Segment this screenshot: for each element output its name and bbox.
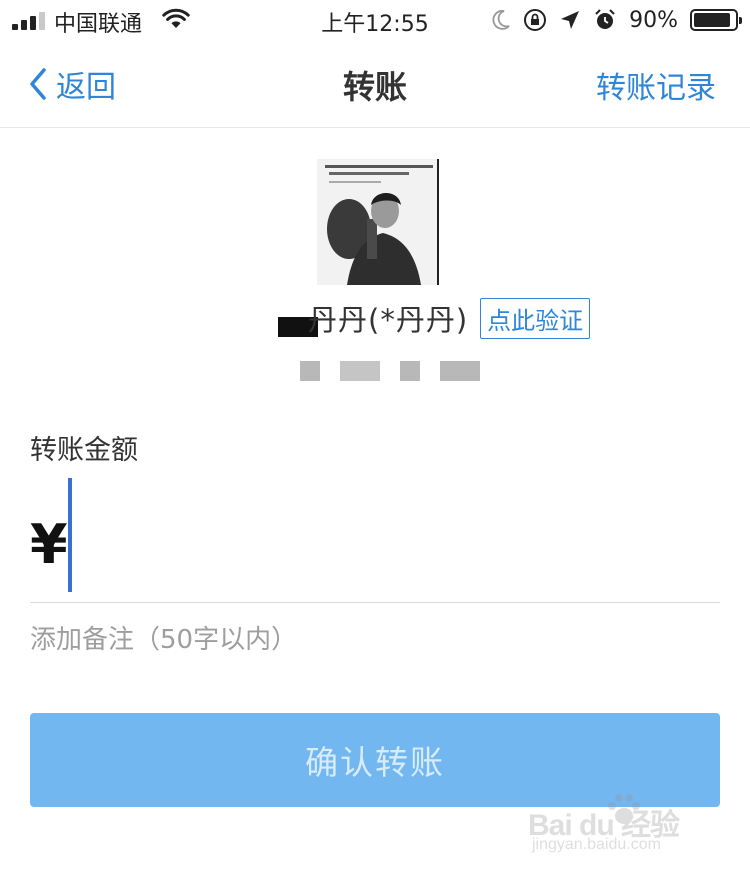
rotation-lock-icon [524,9,547,31]
alarm-icon [595,9,615,29]
moon-icon [492,10,510,30]
battery-icon [690,9,742,31]
location-icon [561,11,580,29]
masked-account [300,361,500,381]
wifi-icon [162,8,190,28]
recipient-name: 丹丹(*丹丹) [308,303,469,337]
back-label: 返回 [56,70,116,105]
status-bar: 中国联通 上午12:55 90% [0,0,750,42]
battery-percent: 90% [629,7,678,33]
chevron-left-icon [30,68,46,100]
avatar [317,159,439,285]
back-button[interactable]: 返回 [26,62,116,106]
baidu-jingyan-watermark: Bai du 经验 jingyan.baidu.com [508,794,708,860]
verify-button[interactable]: 点此验证 [480,297,591,339]
text-caret [68,478,72,592]
amount-input[interactable] [64,478,714,594]
nav-bar: 返回 转账 转账记录 [0,42,750,128]
recipient-row: 丹丹(*丹丹) 点此验证 [278,297,591,339]
carrier-name: 中国联通 [54,12,143,37]
remark-input[interactable] [30,618,720,662]
signal-icon [12,12,45,30]
currency-symbol: ¥ [30,513,68,576]
watermark-sub: jingyan.baidu.com [532,836,661,853]
transfer-records-link[interactable]: 转账记录 [596,63,716,107]
amount-label: 转账金额 [30,435,138,466]
divider [30,602,720,603]
avatar-photo [317,159,439,285]
